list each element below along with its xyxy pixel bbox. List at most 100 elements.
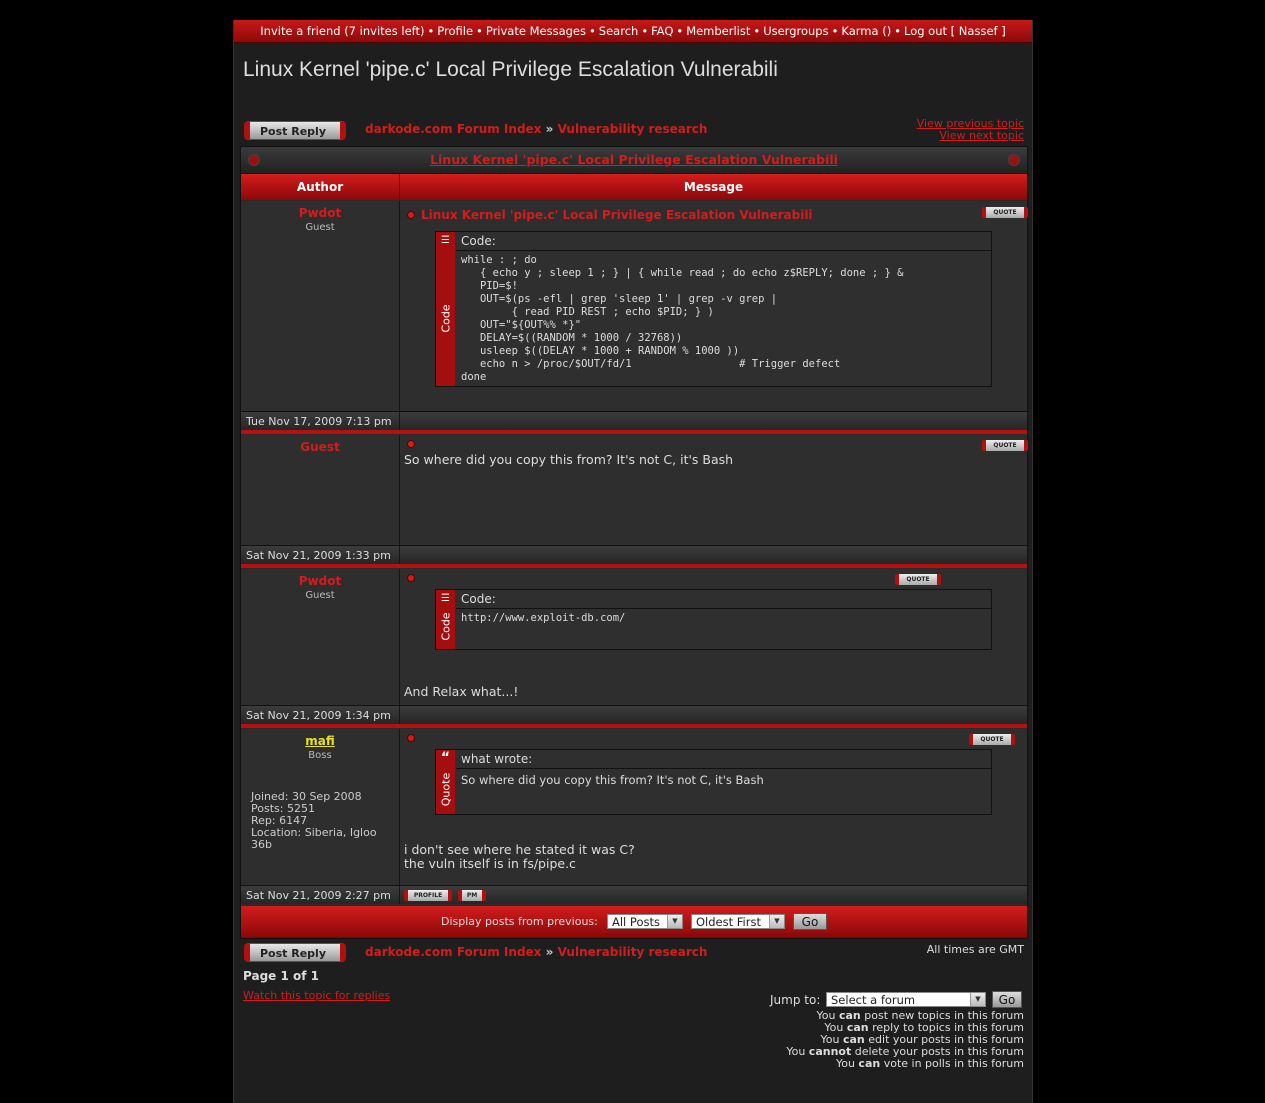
post-bullet-icon (407, 211, 415, 219)
post-author-name[interactable]: Pwdot (241, 206, 399, 220)
post-4-author-cell: mafi Boss Joined: 30 Sep 2008 Posts: 525… (241, 729, 400, 885)
display-posts-label: Display posts from previous: (441, 915, 598, 928)
quote-block: “ Quote what wrote: So where did you cop… (435, 749, 992, 815)
quote-text: So where did you copy this from? It's no… (461, 773, 764, 787)
caption-right-dot-icon (1008, 154, 1020, 166)
jump-go-button[interactable]: Go (992, 991, 1022, 1008)
profile-button[interactable]: PROFILE (404, 890, 452, 901)
quote-header: what wrote: (456, 750, 991, 769)
post-date: Sat Nov 21, 2009 2:27 pm (246, 889, 391, 902)
quote-button[interactable]: QUOTE (895, 574, 941, 585)
post-bullet-icon (407, 734, 415, 742)
chevron-down-icon: ▼ (667, 915, 682, 928)
breadcrumb-index-link[interactable]: darkode.com Forum Index (365, 945, 541, 959)
nav-private-messages-link[interactable]: Private Messages (486, 24, 586, 38)
nav-invite-link[interactable]: Invite a friend (7 invites left) (260, 24, 424, 38)
breadcrumb: darkode.com Forum Index » Vulnerability … (365, 122, 708, 136)
quote-button[interactable]: QUOTE (982, 440, 1028, 451)
view-next-topic-link[interactable]: View next topic (917, 130, 1024, 142)
jump-to-forum-select[interactable]: Select a forum ▼ (826, 992, 986, 1007)
post-1-date-bar: Tue Nov 17, 2009 7:13 pm (241, 411, 1027, 430)
post-author-name[interactable]: mafi (241, 734, 399, 748)
code-side-label: Code (439, 304, 453, 333)
list-icon: ☰ (441, 593, 450, 604)
post-author-rank: Boss (308, 750, 332, 761)
quote-button[interactable]: QUOTE (969, 734, 1015, 745)
post-title: Linux Kernel 'pipe.c' Local Privilege Es… (421, 208, 813, 222)
nav-search-link[interactable]: Search (599, 24, 639, 38)
code-content[interactable]: http://www.exploit-db.com/ (461, 612, 625, 625)
author-info: Joined: 30 Sep 2008 Posts: 5251 Rep: 614… (251, 791, 391, 851)
post-4-message-cell: QUOTE “ Quote what wrote: So where did y… (400, 729, 1027, 885)
topic-caption-row: Linux Kernel 'pipe.c' Local Privilege Es… (241, 147, 1027, 174)
post-separator (241, 564, 1027, 568)
chevron-down-icon: ▼ (769, 915, 784, 928)
quote-marks-icon: “ (440, 750, 451, 766)
post-bullet-icon (407, 574, 415, 582)
post-separator (241, 430, 1027, 434)
post-text: And Relax what...! (404, 684, 519, 699)
top-nav-bar: Invite a friend (7 invites left) • Profile… (234, 20, 1032, 43)
display-options-bar: Display posts from previous: All Posts ▼… (241, 906, 1027, 937)
code-block: ☰ Code Code: while : ; do { echo y ; sle… (435, 231, 992, 387)
post-3-author-cell: Pwdot Guest (241, 569, 400, 705)
post-author-name[interactable]: Pwdot (241, 574, 399, 588)
post-1-message-cell: Linux Kernel 'pipe.c' Local Privilege Es… (400, 201, 1028, 411)
post-reply-bottom-button[interactable]: Post Reply (244, 943, 346, 962)
post-author-rank: Guest (305, 222, 335, 233)
message-column-header: Message (400, 174, 1027, 200)
posts-period-select[interactable]: All Posts ▼ (607, 914, 683, 929)
breadcrumb-forum-link[interactable]: Vulnerability research (558, 945, 708, 959)
post-2-date-bar: Sat Nov 21, 2009 1:33 pm (241, 545, 1027, 564)
code-header: Code: (456, 232, 991, 251)
author-column-header: Author (241, 174, 399, 200)
post-date: Tue Nov 17, 2009 7:13 pm (246, 415, 392, 428)
list-icon: ☰ (441, 235, 450, 246)
pm-button[interactable]: PM (458, 890, 486, 901)
topic-table: Linux Kernel 'pipe.c' Local Privilege Es… (240, 146, 1028, 939)
post-bullet-icon (407, 440, 415, 448)
code-content: while : ; do { echo y ; sleep 1 ; } | { … (461, 254, 904, 383)
watch-topic-link[interactable]: Watch this topic for replies (243, 989, 390, 1002)
quote-side-label: Quote (439, 772, 453, 807)
nav-faq-link[interactable]: FAQ (651, 24, 673, 38)
post-2-author-cell: Guest (241, 435, 400, 545)
post-reply-button[interactable]: Post Reply (244, 121, 346, 140)
post-4-date-bar: Sat Nov 21, 2009 2:27 pm PROFILE PM (241, 885, 1027, 904)
quote-button[interactable]: QUOTE (982, 207, 1028, 218)
timezone-note: All times are GMT (926, 943, 1024, 956)
page-title: Linux Kernel 'pipe.c' Local Privilege Es… (243, 58, 778, 81)
topic-caption-link[interactable]: Linux Kernel 'pipe.c' Local Privilege Es… (430, 152, 838, 167)
post-text: i don't see where he stated it was C? th… (404, 842, 635, 871)
post-3-message-cell: QUOTE ☰ Code Code: http://www.exploit-db… (400, 569, 1027, 705)
nav-logout-link[interactable]: Log out [ Nassef ] (904, 24, 1006, 38)
code-side-label: Code (439, 612, 453, 641)
caption-left-dot-icon (248, 154, 260, 166)
code-block: ☰ Code Code: http://www.exploit-db.com/ (435, 589, 992, 650)
nav-profile-link[interactable]: Profile (437, 24, 473, 38)
post-separator (241, 724, 1027, 728)
post-3-date-bar: Sat Nov 21, 2009 1:34 pm (241, 705, 1027, 724)
jump-to-label: Jump to: (770, 993, 821, 1007)
post-1-author-cell: Pwdot Guest (241, 201, 400, 411)
post-date: Sat Nov 21, 2009 1:34 pm (246, 709, 391, 722)
code-header: Code: (456, 590, 991, 609)
forum-page: Invite a friend (7 invites left) • Profile… (233, 20, 1033, 1103)
chevron-down-icon: ▼ (970, 993, 985, 1006)
breadcrumb-forum-link[interactable]: Vulnerability research (558, 122, 708, 136)
page-indicator: Page 1 of 1 (243, 969, 319, 983)
permission-vote: You can vote in polls in this forum (835, 1057, 1024, 1070)
forum-permissions: You can post new topics in this forum Yo… (786, 1010, 1024, 1070)
sort-order-select[interactable]: Oldest First ▼ (691, 914, 785, 929)
nav-memberlist-link[interactable]: Memberlist (686, 24, 750, 38)
nav-karma-link[interactable]: Karma () (841, 24, 891, 38)
breadcrumb-bottom: darkode.com Forum Index » Vulnerability … (365, 945, 708, 959)
breadcrumb-index-link[interactable]: darkode.com Forum Index (365, 122, 541, 136)
nav-usergroups-link[interactable]: Usergroups (763, 24, 828, 38)
author-location: Location: Siberia, Igloo 36b (251, 826, 377, 851)
display-go-button[interactable]: Go (793, 913, 827, 930)
post-2-message-cell: QUOTE So where did you copy this from? I… (400, 435, 1028, 545)
post-author-name[interactable]: Guest (241, 440, 399, 454)
topic-navigation: View previous topic View next topic (917, 118, 1024, 142)
post-text: So where did you copy this from? It's no… (404, 452, 734, 467)
